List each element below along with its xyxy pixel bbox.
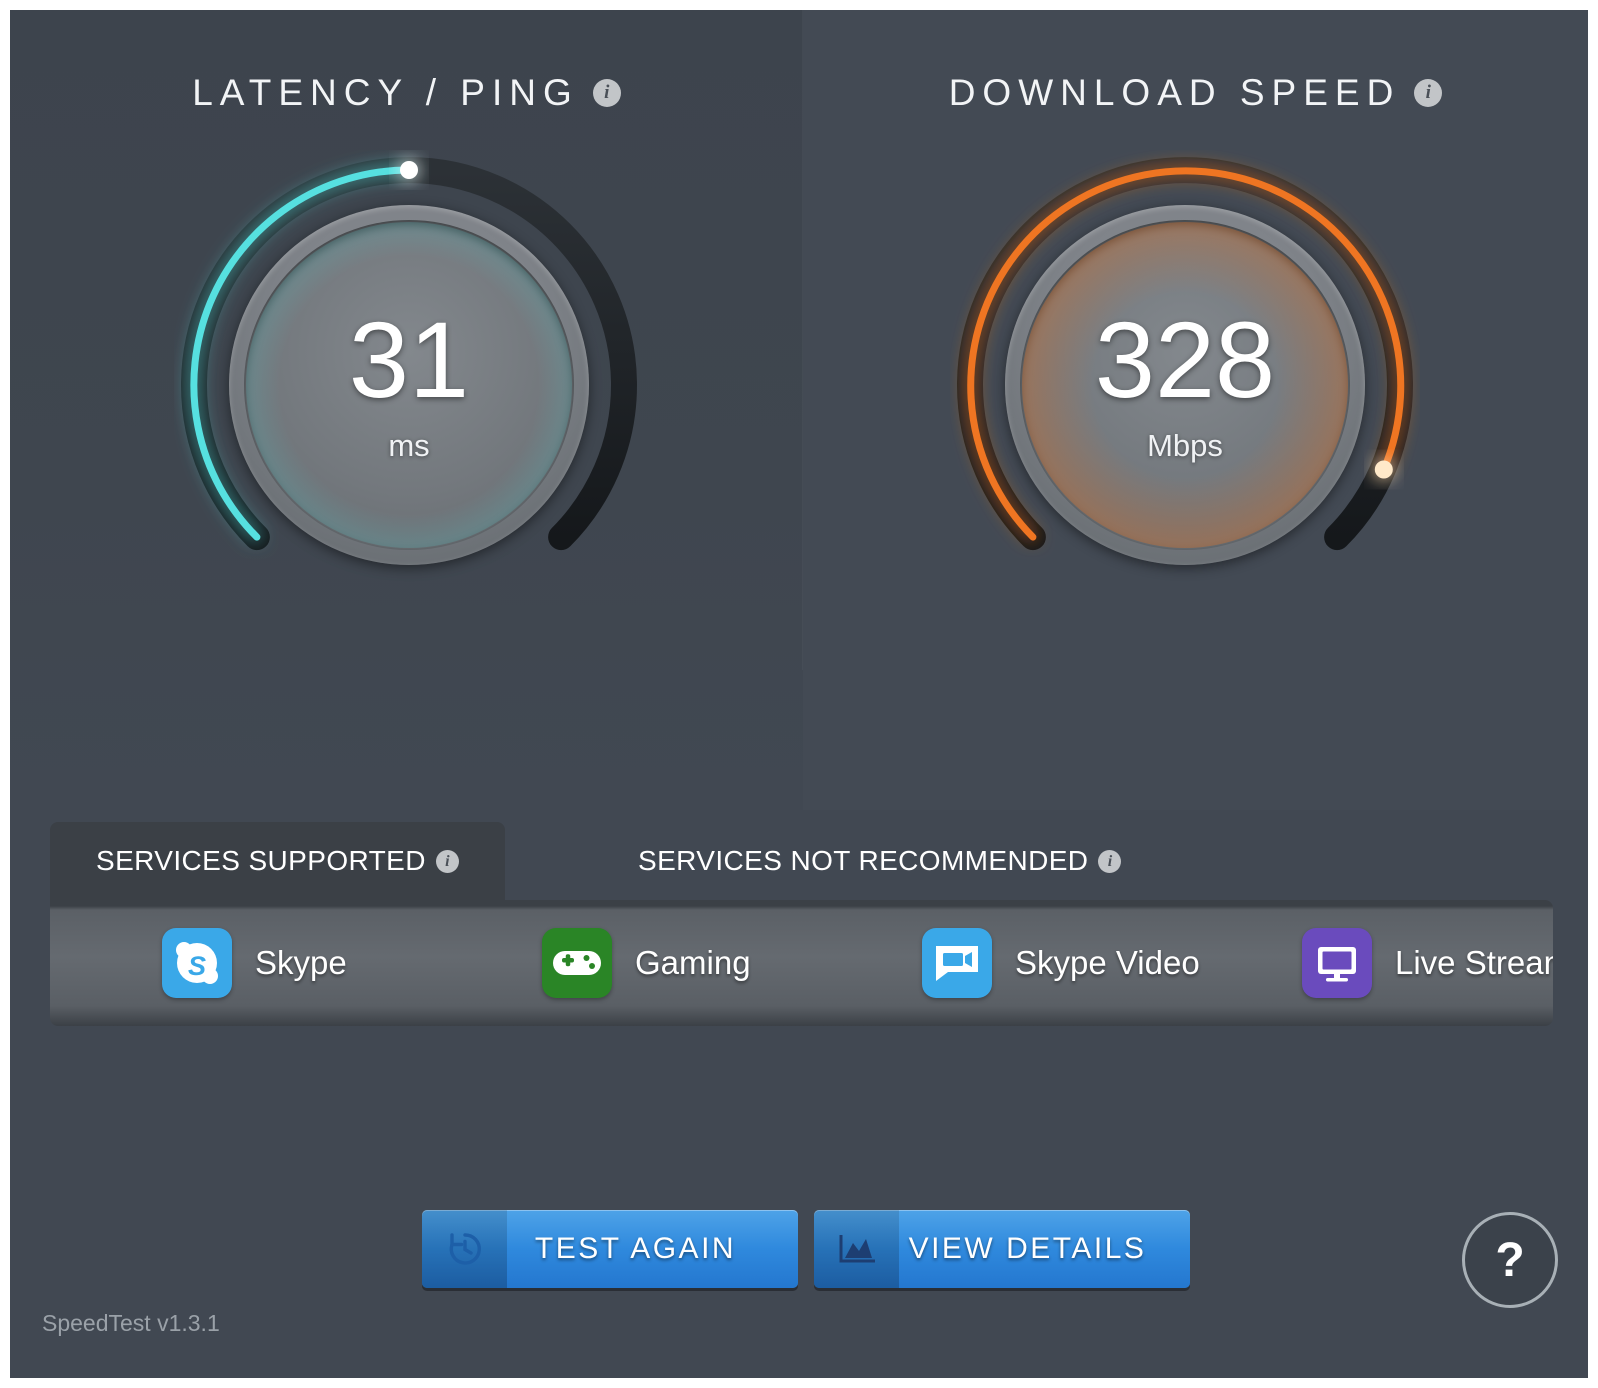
version-label: SpeedTest v1.3.1	[42, 1310, 220, 1336]
skype-video-icon	[922, 928, 992, 998]
tab-services-not-recommended-label: SERVICES NOT RECOMMENDED	[638, 845, 1089, 876]
view-details-label: VIEW DETAILS	[908, 1232, 1147, 1265]
download-readout: 328 Mbps	[950, 150, 1420, 620]
latency-value: 31	[348, 299, 470, 420]
chart-area-icon	[814, 1210, 899, 1288]
service-item-gaming[interactable]: Gaming	[430, 928, 810, 998]
download-unit: Mbps	[1147, 428, 1223, 463]
latency-readout: 31 ms	[174, 150, 644, 620]
test-again-label: TEST AGAIN	[534, 1232, 737, 1265]
download-gauge: 328 Mbps	[950, 150, 1420, 620]
services-tabs: SERVICES SUPPORTED i SERVICES NOT RECOMME…	[50, 822, 1553, 900]
tab-services-supported-info-icon[interactable]: i	[435, 849, 459, 873]
connection-strip: IP: 72.23.61.189i ISP: ★ ★ ★ ★ ☆ i Inter…	[10, 1090, 1588, 1220]
latency-title-label: LATENCY / PING	[192, 72, 579, 114]
download-title: DOWNLOAD SPEED i	[803, 70, 1588, 114]
service-label-live-stream: Live Stream	[1395, 944, 1553, 981]
download-title-label: DOWNLOAD SPEED	[948, 72, 1401, 114]
services-list: S Skype Gaming Skype Video Live Strea	[50, 906, 1553, 1020]
tab-services-not-recommended-info-icon[interactable]: i	[1098, 849, 1122, 873]
service-item-live-stream[interactable]: Live Stream	[1190, 928, 1553, 998]
latency-info-icon[interactable]: i	[592, 79, 621, 108]
skype-icon: S	[162, 928, 232, 998]
services-panel: S Skype Gaming Skype Video Live Strea	[50, 900, 1553, 1026]
service-label-skype: Skype	[255, 944, 347, 981]
gamepad-icon	[542, 928, 612, 998]
gauges-section: LATENCY / PING i DOWNLOAD SPEED i 31 ms …	[10, 10, 1588, 810]
svg-text:S: S	[188, 951, 206, 981]
latency-gauge: 31 ms	[174, 150, 644, 620]
view-details-button[interactable]: VIEW DETAILS	[814, 1210, 1190, 1288]
tab-services-supported[interactable]: SERVICES SUPPORTED i	[50, 822, 505, 900]
service-label-skype-video: Skype Video	[1015, 944, 1200, 981]
service-label-gaming: Gaming	[635, 944, 751, 981]
services-section: SERVICES SUPPORTED i SERVICES NOT RECOMME…	[50, 822, 1553, 1026]
help-button[interactable]: ?	[1462, 1212, 1558, 1308]
download-value: 328	[1094, 299, 1276, 420]
latency-title: LATENCY / PING i	[10, 70, 803, 114]
tab-services-not-recommended[interactable]: SERVICES NOT RECOMMENDED i	[610, 822, 1149, 900]
download-info-icon[interactable]: i	[1414, 79, 1443, 108]
tab-services-supported-label: SERVICES SUPPORTED	[96, 845, 426, 876]
history-clock-icon	[422, 1210, 507, 1288]
test-again-button[interactable]: TEST AGAIN	[422, 1210, 798, 1288]
speedtest-app: LATENCY / PING i DOWNLOAD SPEED i 31 ms …	[10, 10, 1588, 1378]
monitor-icon	[1302, 928, 1372, 998]
latency-unit: ms	[388, 428, 430, 463]
service-item-skype[interactable]: S Skype	[50, 928, 430, 998]
service-item-skype-video[interactable]: Skype Video	[810, 928, 1200, 998]
